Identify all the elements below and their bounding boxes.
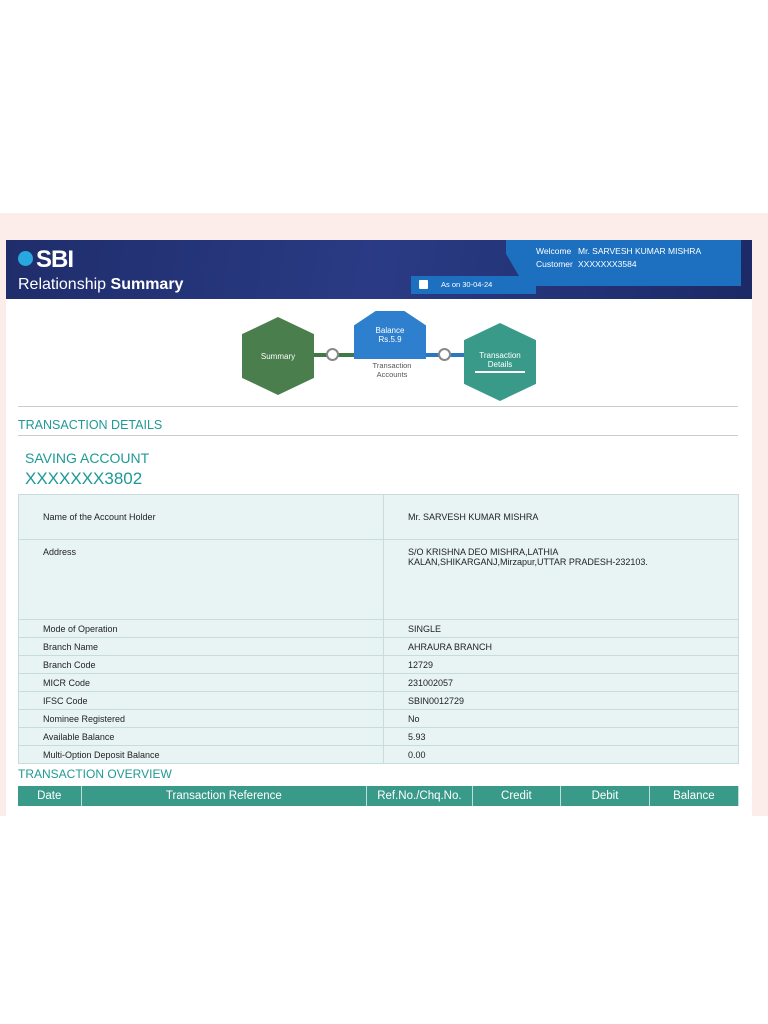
account-details-table: Name of the Account Holder Mr. SARVESH KU… (18, 494, 739, 764)
detail-label: Branch Name (18, 637, 384, 656)
detail-label: Branch Code (18, 655, 384, 674)
page-title: Relationship Summary (18, 276, 184, 293)
column-header[interactable]: Date (18, 786, 82, 806)
detail-value: 0.00 (383, 745, 739, 764)
detail-label: Available Balance (18, 727, 384, 746)
detail-row: Address S/O KRISHNA DEO MISHRA,LATHIA KAL… (18, 539, 739, 620)
detail-row: Available Balance 5.93 (18, 727, 739, 746)
progress-flow: Summary Balance Rs.5.9 Transaction Accoun… (236, 311, 546, 401)
statement-page: SBI Relationship Summary As on 30-04-24 … (6, 240, 752, 816)
detail-label: Nominee Registered (18, 709, 384, 728)
detail-value: 5.93 (383, 727, 739, 746)
detail-label: Mode of Operation (18, 619, 384, 638)
sbi-logo: SBI (18, 246, 74, 274)
detail-row: MICR Code 231002057 (18, 673, 739, 692)
account-number: XXXXXXX3802 (25, 469, 143, 488)
detail-value: SINGLE (383, 619, 739, 638)
detail-row: Branch Code 12729 (18, 655, 739, 674)
step-connector (326, 348, 339, 361)
detail-row: IFSC Code SBIN0012729 (18, 691, 739, 710)
step-transaction-details[interactable]: Transaction Details (464, 323, 536, 401)
detail-row: Mode of Operation SINGLE (18, 619, 739, 638)
detail-value: AHRAURA BRANCH (383, 637, 739, 656)
column-header[interactable]: Credit (472, 786, 562, 806)
detail-label: Multi-Option Deposit Balance (18, 745, 384, 764)
column-header[interactable]: Balance (649, 786, 740, 806)
step-connector (438, 348, 451, 361)
detail-label: Name of the Account Holder (18, 494, 384, 540)
detail-row: Name of the Account Holder Mr. SARVESH KU… (18, 494, 739, 540)
calendar-icon (419, 280, 428, 289)
transactions-table: Date Transaction Reference Ref.No./Chq.No.… (18, 786, 740, 806)
detail-label: IFSC Code (18, 691, 384, 710)
overview-title: TRANSACTION OVERVIEW (18, 767, 172, 781)
detail-value: SBIN0012729 (383, 691, 739, 710)
account-type: SAVING ACCOUNT (25, 450, 150, 466)
detail-value: 12729 (383, 655, 739, 674)
step-balance[interactable]: Balance Rs.5.9 (354, 311, 426, 359)
detail-row: Multi-Option Deposit Balance 0.00 (18, 745, 739, 764)
detail-value: No (383, 709, 739, 728)
detail-label: MICR Code (18, 673, 384, 692)
column-header[interactable]: Ref.No./Chq.No. (366, 786, 473, 806)
detail-value: Mr. SARVESH KUMAR MISHRA (383, 494, 739, 540)
section-title: TRANSACTION DETAILS (18, 418, 163, 432)
detail-row: Branch Name AHRAURA BRANCH (18, 637, 739, 656)
step-summary[interactable]: Summary (242, 317, 314, 395)
as-on-date: As on 30-04-24 (411, 276, 536, 294)
detail-row: Nominee Registered No (18, 709, 739, 728)
welcome-text: Welcome Mr. SARVESH KUMAR MISHRA Customer… (536, 246, 702, 269)
detail-label: Address (18, 539, 384, 620)
transaction-accounts-label: Transaction Accounts (372, 361, 412, 379)
header-banner: SBI Relationship Summary As on 30-04-24 … (6, 240, 752, 299)
column-header[interactable]: Debit (560, 786, 650, 806)
column-header[interactable]: Transaction Reference (81, 786, 368, 806)
detail-value: 231002057 (383, 673, 739, 692)
detail-value: S/O KRISHNA DEO MISHRA,LATHIA KALAN,SHIK… (383, 539, 739, 620)
